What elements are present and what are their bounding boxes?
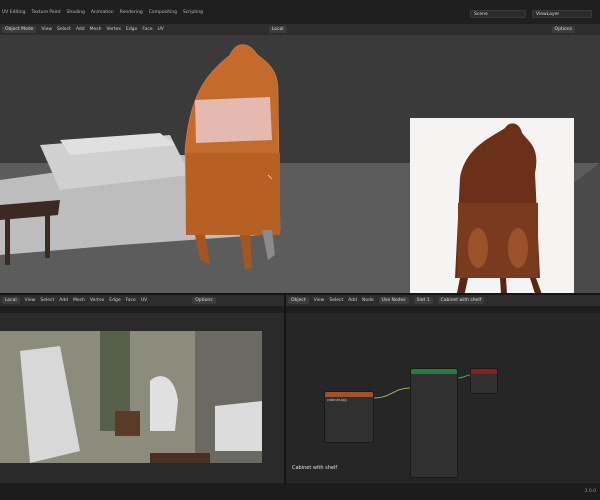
tab-texture-paint[interactable]: Texture Paint: [31, 10, 60, 18]
material-select[interactable]: Cabinet with shelf: [437, 297, 485, 304]
menu-mesh[interactable]: Mesh: [90, 27, 102, 32]
status-bar: 3.0.0: [0, 485, 600, 500]
menu-vertex[interactable]: Vertex: [107, 27, 121, 32]
tab-animation[interactable]: Animation: [91, 10, 114, 18]
lower-menu-mesh[interactable]: Mesh: [73, 298, 85, 303]
principled-bsdf-node[interactable]: [410, 368, 458, 478]
viewport-header: Object Mode View Select Add Mesh Vertex …: [0, 24, 600, 35]
node-editor-header: Object View Select Add Node Use Nodes Sl…: [286, 295, 600, 306]
workspace-tabs: UV Editing Texture Paint Shading Animati…: [0, 10, 203, 18]
transform-orientation[interactable]: Local: [268, 26, 287, 33]
menu-view[interactable]: View: [41, 27, 52, 32]
camera-view: [0, 331, 262, 463]
lower-menu-view[interactable]: View: [25, 298, 36, 303]
lower-left-header: Local View Select Add Mesh Vertex Edge F…: [0, 295, 285, 306]
menu-select[interactable]: Select: [57, 27, 71, 32]
lower-options[interactable]: Options: [192, 297, 216, 304]
mode-select[interactable]: Object Mode: [2, 26, 37, 33]
node-menu-add[interactable]: Add: [348, 298, 357, 303]
camera-viewport[interactable]: [0, 313, 285, 483]
node-menu-view[interactable]: View: [314, 298, 325, 303]
menu-edge[interactable]: Edge: [126, 27, 137, 32]
use-nodes-toggle[interactable]: Use Nodes: [378, 297, 409, 304]
tab-uv-editing[interactable]: UV Editing: [2, 10, 25, 18]
scene-field[interactable]: Scene: [470, 10, 526, 18]
image-texture-node[interactable]: cabinet.jpg: [324, 391, 374, 443]
lower-menu-vertex[interactable]: Vertex: [90, 298, 104, 303]
material-output-node[interactable]: [470, 368, 498, 394]
view-layer-label: ViewLayer: [536, 11, 560, 17]
menu-add[interactable]: Add: [76, 27, 85, 32]
image-file-label: cabinet.jpg: [327, 398, 347, 402]
tab-shading[interactable]: Shading: [67, 10, 85, 18]
slot-select[interactable]: Slot 1: [413, 297, 433, 304]
lower-menu-face[interactable]: Face: [126, 298, 136, 303]
tab-compositing[interactable]: Compositing: [149, 10, 177, 18]
tab-rendering[interactable]: Rendering: [120, 10, 143, 18]
node-editor-type[interactable]: Object: [288, 297, 309, 304]
node-editor[interactable]: cabinet.jpg Cabinet with shelf: [286, 313, 600, 483]
menu-face[interactable]: Face: [142, 27, 152, 32]
lower-menu-select[interactable]: Select: [40, 298, 54, 303]
top-bar: UV Editing Texture Paint Shading Animati…: [0, 0, 600, 24]
menu-uv[interactable]: UV: [158, 27, 164, 32]
tab-scripting[interactable]: Scripting: [183, 10, 203, 18]
scene-label: Scene: [474, 11, 488, 17]
lower-menu-edge[interactable]: Edge: [109, 298, 120, 303]
node-menu-node[interactable]: Node: [362, 298, 374, 303]
node-menu-select[interactable]: Select: [329, 298, 343, 303]
options-button[interactable]: Options: [551, 26, 575, 33]
version-label: 3.0.0: [584, 489, 596, 494]
lower-menu-uv[interactable]: UV: [141, 298, 147, 303]
lower-transform[interactable]: Local: [2, 297, 20, 304]
reference-image: [410, 118, 574, 293]
lower-menu-add[interactable]: Add: [59, 298, 68, 303]
3d-viewport[interactable]: [0, 35, 600, 293]
material-name-label: Cabinet with shelf: [292, 465, 338, 471]
view-layer-field[interactable]: ViewLayer: [532, 10, 592, 18]
